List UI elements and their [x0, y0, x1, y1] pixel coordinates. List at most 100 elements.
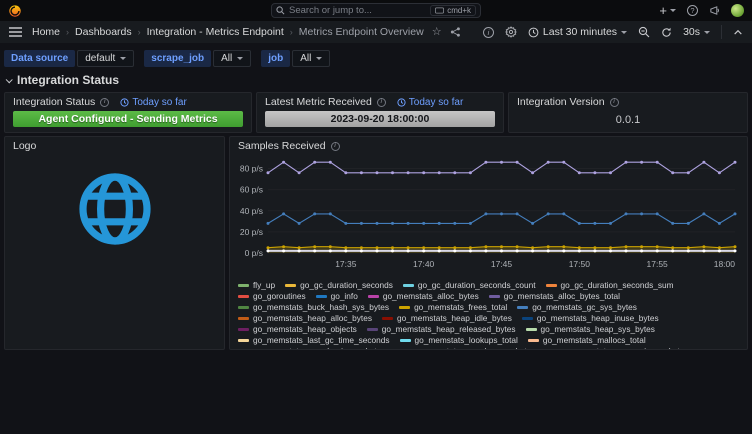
legend-swatch-icon — [285, 284, 296, 287]
legend-label: go_memstats_lookups_total — [415, 335, 518, 346]
legend-label: go_info — [331, 291, 358, 302]
legend-item[interactable]: go_goroutines — [238, 291, 306, 302]
panel-latest-metric-received: Latest Metric Received i Today so far 20… — [256, 92, 504, 133]
legend-swatch-icon — [367, 328, 378, 331]
legend-item[interactable]: go_memstats_last_gc_time_seconds — [238, 335, 390, 346]
legend-label: go_gc_duration_seconds_sum — [561, 280, 674, 291]
add-button[interactable]: + — [659, 4, 676, 17]
section-integration-status[interactable]: Integration Status — [4, 71, 748, 92]
svg-text:17:45: 17:45 — [491, 259, 513, 269]
help-icon[interactable]: ? — [687, 5, 698, 16]
legend-item[interactable]: go_gc_duration_seconds_count — [403, 280, 536, 291]
refresh-interval-label: 30s — [683, 26, 700, 38]
legend-item[interactable]: go_gc_duration_seconds_sum — [546, 280, 674, 291]
refresh-interval-picker[interactable]: 30s — [683, 26, 710, 38]
dashboard-nav-bar: Home › Dashboards › Integration - Metric… — [0, 21, 752, 43]
chart-legend: fly_up go_gc_duration_seconds go_gc_durati… — [230, 278, 747, 350]
dashboard-insights-icon[interactable]: i — [483, 27, 494, 38]
legend-swatch-icon — [528, 339, 539, 342]
share-icon[interactable] — [450, 27, 461, 37]
zoom-out-icon[interactable] — [638, 26, 650, 38]
svg-text:17:35: 17:35 — [335, 259, 357, 269]
svg-text:80 p/s: 80 p/s — [240, 164, 263, 174]
legend-item[interactable]: go_memstats_heap_released_bytes — [367, 324, 516, 335]
divider — [721, 25, 722, 39]
chevron-down-icon — [316, 57, 322, 60]
info-icon[interactable]: i — [331, 142, 340, 151]
svg-text:17:40: 17:40 — [413, 259, 435, 269]
legend-item[interactable]: go_memstats_heap_inuse_bytes — [522, 313, 659, 324]
panel-title: Integration Status — [13, 96, 95, 108]
legend-label: go_gc_duration_seconds_count — [418, 280, 536, 291]
section-chevron-icon — [6, 76, 13, 83]
menu-icon[interactable] — [9, 27, 22, 37]
search-placeholder: Search or jump to... — [289, 5, 426, 16]
info-icon[interactable]: i — [100, 98, 109, 107]
svg-text:17:50: 17:50 — [569, 259, 591, 269]
legend-item[interactable]: go_gc_duration_seconds — [285, 280, 393, 291]
breadcrumb-home[interactable]: Home — [32, 26, 60, 38]
panel-samples-received: Samples Received i 0 p/s20 p/s40 p/s60 p… — [229, 136, 748, 350]
grafana-logo-icon[interactable] — [8, 4, 22, 18]
avatar[interactable] — [731, 4, 744, 17]
legend-item[interactable]: go_memstats_heap_idle_bytes — [382, 313, 512, 324]
breadcrumb-separator: › — [290, 27, 293, 37]
refresh-icon[interactable] — [661, 27, 672, 38]
panel-time-override: Today so far — [397, 97, 463, 108]
legend-item[interactable]: go_memstats_buck_hash_sys_bytes — [238, 302, 389, 313]
legend-item[interactable]: go_memstats_heap_objects — [238, 324, 357, 335]
legend-swatch-icon — [316, 295, 327, 298]
info-icon[interactable]: i — [610, 98, 619, 107]
variable-value: default — [85, 53, 115, 64]
panel-time-override: Today so far — [120, 97, 186, 108]
legend-item[interactable]: go_memstats_mspan_inuse_bytes — [545, 346, 688, 350]
breadcrumb-dashboards[interactable]: Dashboards — [75, 26, 132, 38]
breadcrumb: Home › Dashboards › Integration - Metric… — [32, 26, 424, 38]
legend-item[interactable]: go_memstats_mcache_sys_bytes — [395, 346, 535, 350]
panel-logo: Logo — [4, 136, 225, 350]
legend-item[interactable]: go_memstats_alloc_bytes — [368, 291, 479, 302]
news-icon[interactable] — [709, 5, 720, 16]
legend-item[interactable]: go_memstats_heap_alloc_bytes — [238, 313, 372, 324]
variables-row: Data source default scrape_job All job A… — [4, 47, 748, 69]
legend-item[interactable]: go_memstats_gc_sys_bytes — [517, 302, 637, 313]
shortcut-label: cmd+k — [447, 6, 471, 15]
legend-label: go_memstats_gc_sys_bytes — [532, 302, 637, 313]
breadcrumb-integration[interactable]: Integration - Metrics Endpoint — [147, 26, 284, 38]
svg-text:20 p/s: 20 p/s — [240, 227, 263, 237]
legend-swatch-icon — [238, 317, 249, 320]
variable-label: Data source — [4, 50, 75, 67]
clock-icon — [528, 27, 539, 38]
variable-job[interactable]: job All — [261, 50, 330, 67]
variable-scrape-job[interactable]: scrape_job All — [144, 50, 251, 67]
legend-item[interactable]: go_memstats_lookups_total — [400, 335, 518, 346]
star-icon[interactable]: ☆ — [432, 27, 442, 38]
legend-label: go_memstats_heap_objects — [253, 324, 357, 335]
legend-item[interactable]: go_memstats_alloc_bytes_total — [489, 291, 620, 302]
legend-label: go_memstats_heap_sys_bytes — [541, 324, 655, 335]
legend-swatch-icon — [399, 306, 410, 309]
legend-item[interactable]: go_memstats_frees_total — [399, 302, 507, 313]
legend-swatch-icon — [238, 339, 249, 342]
search-input[interactable]: Search or jump to... cmd+k — [271, 3, 481, 18]
variable-label: job — [261, 50, 290, 67]
legend-item[interactable]: go_memstats_mcache_inuse_bytes — [238, 346, 385, 350]
info-icon[interactable]: i — [377, 98, 386, 107]
legend-item[interactable]: go_memstats_heap_sys_bytes — [526, 324, 655, 335]
legend-label: go_memstats_mcache_inuse_bytes — [253, 346, 385, 350]
legend-item[interactable]: fly_up — [238, 280, 275, 291]
variable-data-source[interactable]: Data source default — [4, 50, 134, 67]
legend-item[interactable]: go_memstats_mallocs_total — [528, 335, 646, 346]
collapse-toolbar-icon[interactable] — [733, 28, 743, 36]
time-range-picker[interactable]: Last 30 minutes — [528, 26, 627, 38]
panel-title: Logo — [13, 140, 36, 152]
legend-swatch-icon — [517, 306, 528, 309]
dashboard-settings-icon[interactable] — [505, 26, 517, 38]
legend-swatch-icon — [400, 339, 411, 342]
svg-text:0 p/s: 0 p/s — [245, 248, 263, 258]
legend-swatch-icon — [382, 317, 393, 320]
variable-value: All — [300, 53, 311, 64]
legend-item[interactable]: go_info — [316, 291, 358, 302]
samples-chart[interactable]: 0 p/s20 p/s40 p/s60 p/s80 p/s17:3517:401… — [236, 153, 741, 273]
legend-label: go_memstats_mspan_inuse_bytes — [560, 346, 688, 350]
